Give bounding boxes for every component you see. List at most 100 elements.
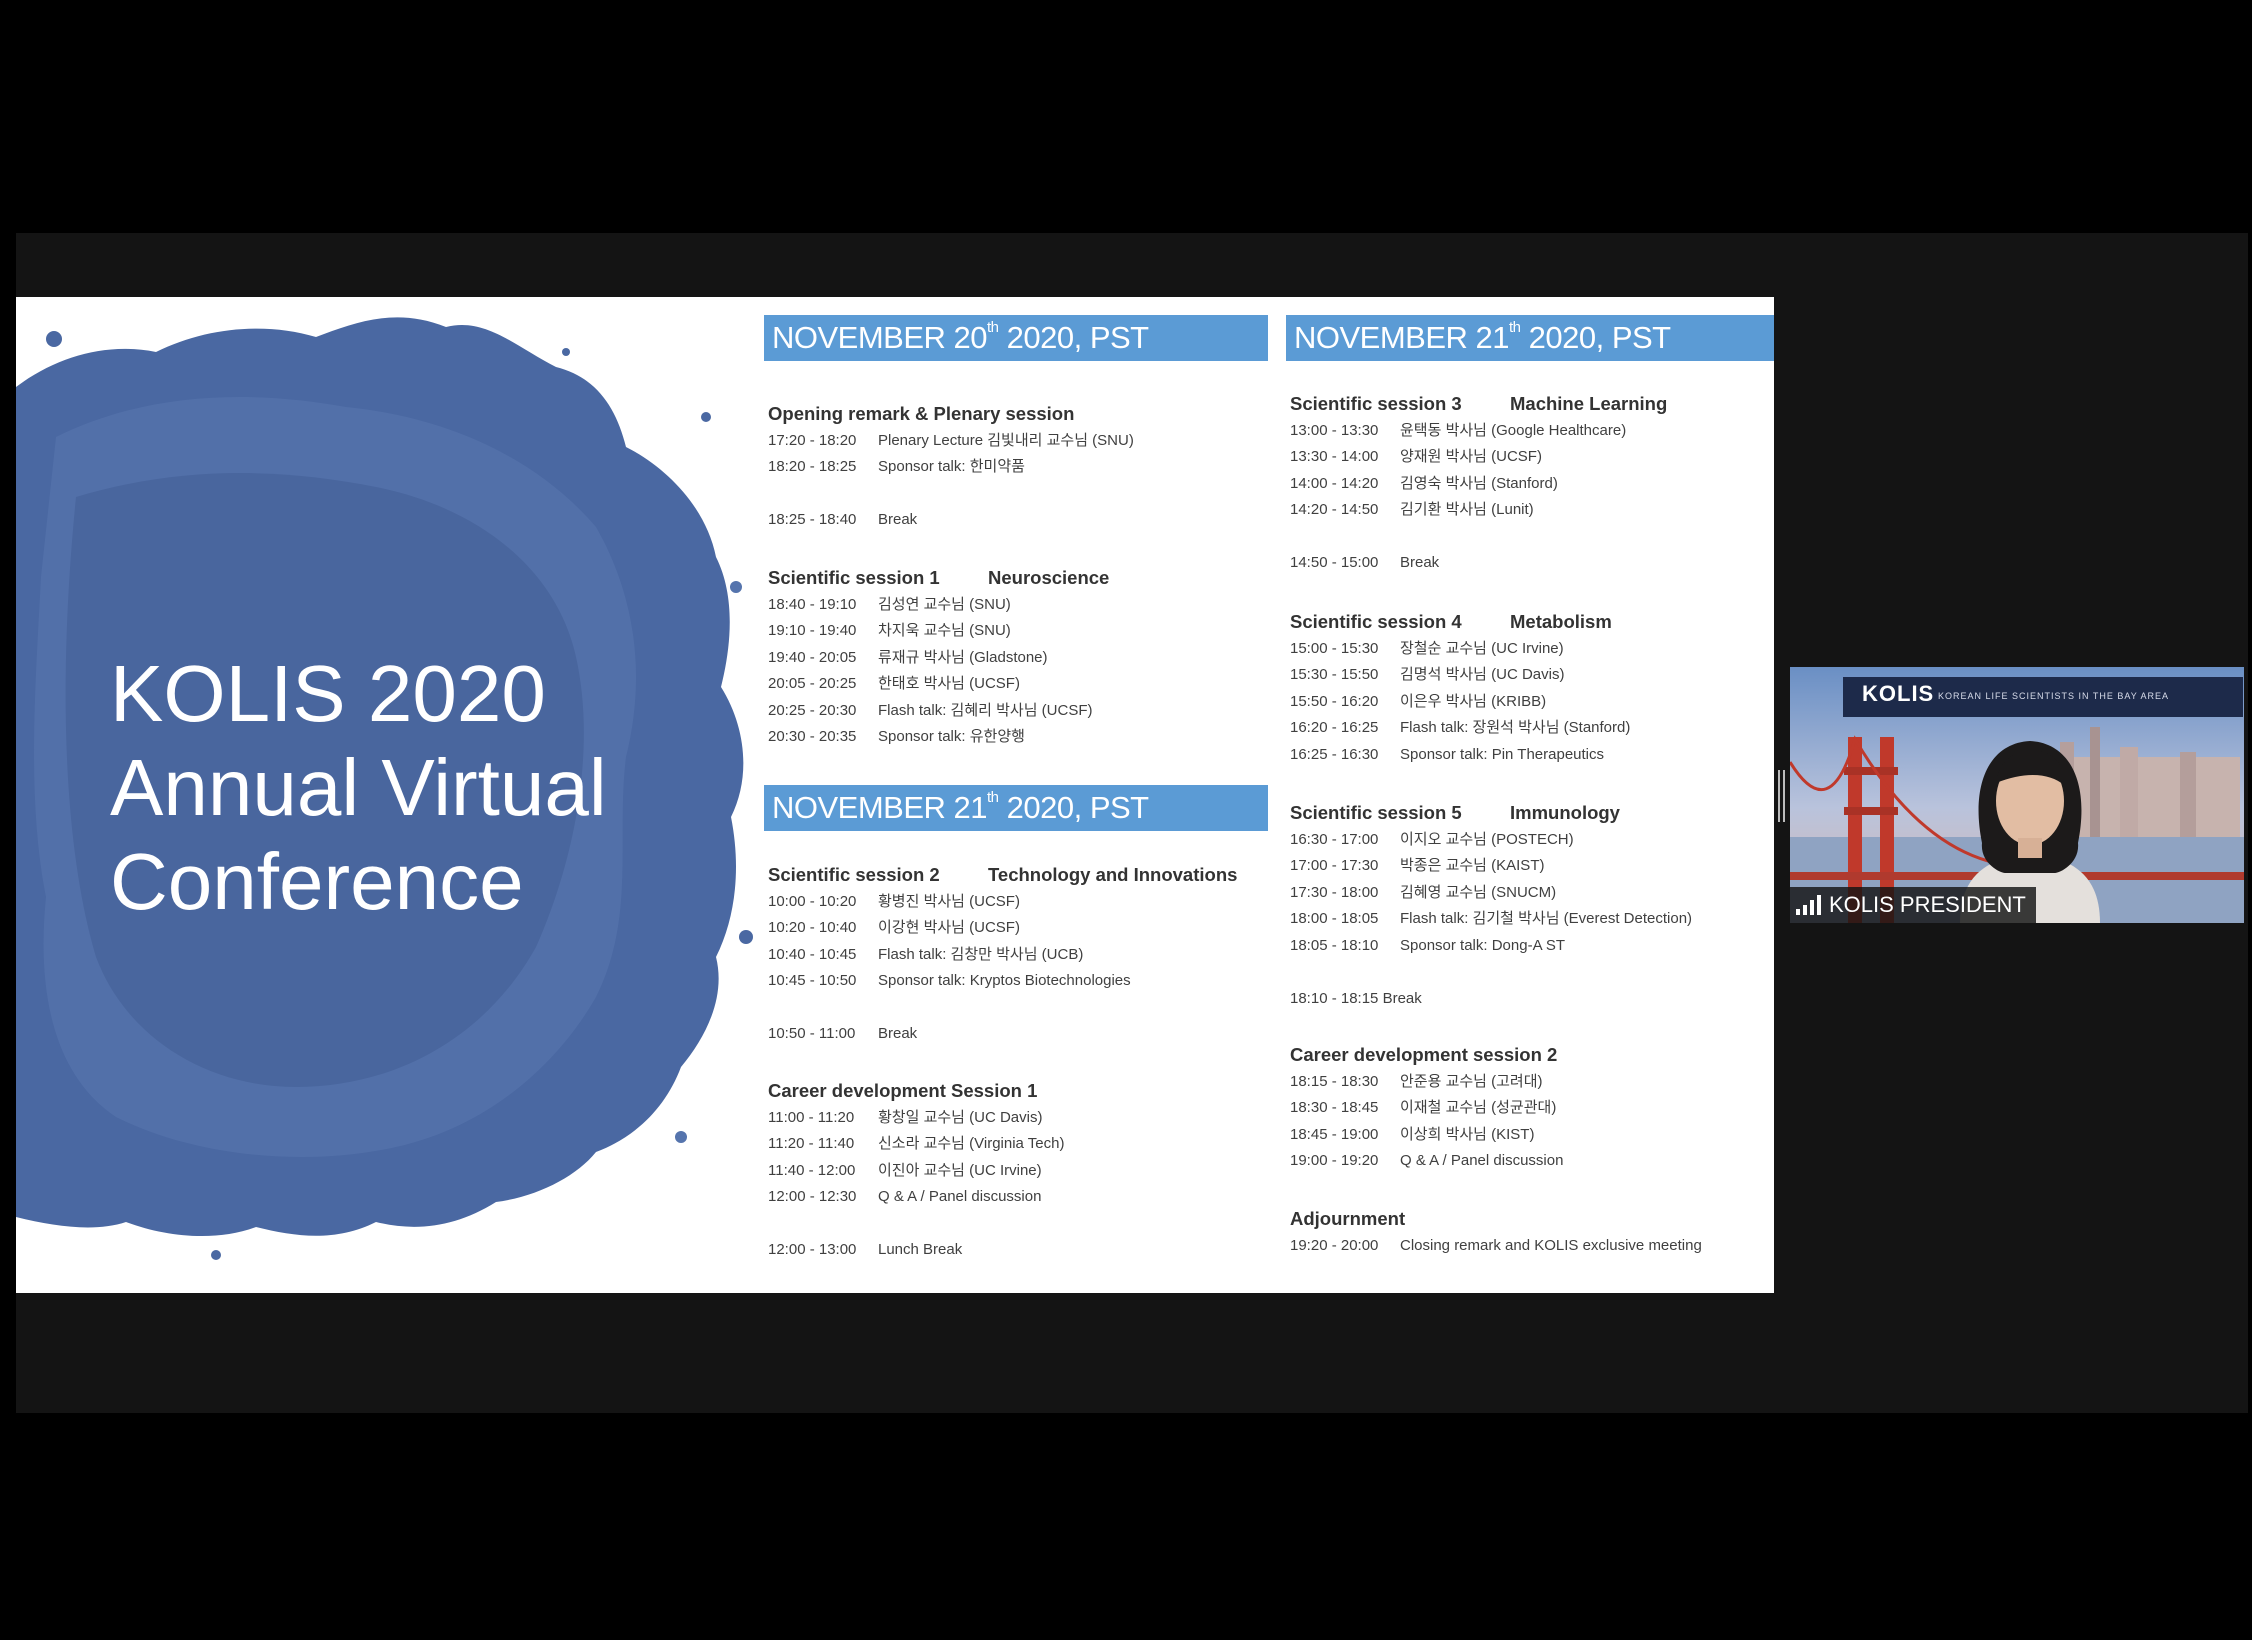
row-time: 19:40 - 20:05 [768,649,857,666]
schedule-row: 18:45 - 19:00 이상희 박사님 (KIST) [1290,1124,1534,1146]
row-desc: 김영숙 박사님 (Stanford) [1400,475,1558,492]
row-time: 10:40 - 10:45 [768,946,857,963]
row-time: 18:20 - 18:25 [768,458,857,475]
date-header-nov20: NOVEMBER 20th 2020, PST [764,315,1268,361]
row-desc: Break [878,1025,918,1042]
row-time: 15:00 - 15:30 [1290,640,1379,657]
title-line-3: Conference [110,837,524,926]
schedule-row: 11:00 - 11:20 황창일 교수님 (UC Davis) [768,1107,1042,1129]
row-time: 10:45 - 10:50 [768,972,857,989]
row-desc: Sponsor talk: Kryptos Biotechnologies [878,972,1131,989]
split-resize-handle[interactable] [1778,770,1786,822]
row-time: 20:30 - 20:35 [768,728,857,745]
schedule-row: 18:15 - 18:30 안준용 교수님 (고려대) [1290,1071,1543,1093]
date-ordinal: th [987,789,999,806]
schedule-row: 18:30 - 18:45 이재철 교수님 (성균관대) [1290,1097,1556,1119]
row-desc: Sponsor talk: Dong-A ST [1400,937,1566,954]
session-title: Scientific session 2 Technology and Inno… [768,864,1237,886]
schedule-row: 10:45 - 10:50 Sponsor talk: Kryptos Biote… [768,970,1131,992]
row-time: 18:45 - 19:00 [1290,1126,1379,1143]
row-time: 15:50 - 16:20 [1290,693,1379,710]
schedule-row: 16:20 - 16:25 Flash talk: 장원석 박사님 (Stanfo… [1290,717,1630,739]
schedule-row: 15:50 - 16:20 이은우 박사님 (KRIBB) [1290,691,1546,713]
session-topic: Neuroscience [988,567,1110,588]
schedule-row: 17:20 - 18:20 Plenary Lecture 김빛내리 교수님 (S… [768,430,1134,452]
row-time: 18:10 - 18:15 Break [1290,990,1422,1007]
row-desc: Flash talk: 김혜리 박사님 (UCSF) [878,702,1093,719]
schedule-row: 14:20 - 14:50 김기환 박사님 (Lunit) [1290,499,1534,521]
session-topic: Technology and Innovations [988,864,1238,885]
session-title: Scientific session 1 Neuroscience [768,567,1109,589]
row-desc: 이은우 박사님 (KRIBB) [1400,693,1547,710]
schedule-row: 15:00 - 15:30 장철순 교수님 (UC Irvine) [1290,638,1564,660]
row-desc: Sponsor talk: 유한양행 [878,728,1025,745]
session-topic: Immunology [1510,802,1620,823]
row-time: 14:20 - 14:50 [1290,501,1379,518]
schedule-row: 20:05 - 20:25 한태호 박사님 (UCSF) [768,673,1020,695]
row-desc: 이재철 교수님 (성균관대) [1400,1099,1557,1116]
signal-strength-icon [1796,895,1821,915]
date-month: NOVEMBER 21 [772,790,988,825]
schedule-row: 15:30 - 15:50 김명석 박사님 (UC Davis) [1290,664,1564,686]
row-desc: 양재원 박사님 (UCSF) [1400,448,1542,465]
row-desc: Q & A / Panel discussion [1400,1152,1564,1169]
row-desc: Flash talk: 장원석 박사님 (Stanford) [1400,719,1631,736]
session-topic: Machine Learning [1510,393,1668,414]
row-time: 14:00 - 14:20 [1290,475,1379,492]
schedule-row: 16:25 - 16:30 Sponsor talk: Pin Therapeut… [1290,744,1604,766]
schedule-row: 20:30 - 20:35 Sponsor talk: 유한양행 [768,726,1025,748]
schedule-row: 18:10 - 18:15 Break [1290,988,1422,1010]
row-time: 20:05 - 20:25 [768,675,857,692]
row-time: 16:30 - 17:00 [1290,831,1379,848]
row-time: 15:30 - 15:50 [1290,666,1379,683]
row-desc: 김성연 교수님 (SNU) [878,596,1011,613]
row-time: 20:25 - 20:30 [768,702,857,719]
participant-name-label: KOLIS PRESIDENT [1790,887,2036,923]
row-time: 18:05 - 18:10 [1290,937,1379,954]
schedule-row: 19:10 - 19:40 차지욱 교수님 (SNU) [768,620,1011,642]
row-desc: 이상희 박사님 (KIST) [1400,1126,1535,1143]
date-rest: 2020, PST [1520,320,1671,355]
row-desc: 이진아 교수님 (UC Irvine) [878,1162,1042,1179]
row-time: 18:00 - 18:05 [1290,910,1379,927]
title-line-1: KOLIS 2020 [110,649,546,738]
session-title: Scientific session 4 Metabolism [1290,611,1612,633]
schedule-row: 13:30 - 14:00 양재원 박사님 (UCSF) [1290,446,1542,468]
row-desc: 장철순 교수님 (UC Irvine) [1400,640,1564,657]
row-desc: 황병진 박사님 (UCSF) [878,893,1020,910]
row-desc: 이강현 박사님 (UCSF) [878,919,1020,936]
schedule-row: 19:20 - 20:00 Closing remark and KOLIS ex… [1290,1235,1702,1257]
schedule-row: 18:25 - 18:40 Break [768,509,917,531]
row-desc: Q & A / Panel discussion [878,1188,1042,1205]
row-time: 17:20 - 18:20 [768,432,857,449]
schedule-row: 18:20 - 18:25 Sponsor talk: 한미약품 [768,456,1025,478]
row-time: 13:00 - 13:30 [1290,422,1379,439]
schedule-row: 13:00 - 13:30 윤택동 박사님 (Google Healthcare) [1290,420,1626,442]
schedule-row: 11:20 - 11:40 신소라 교수님 (Virginia Tech) [768,1133,1064,1155]
row-time: 10:20 - 10:40 [768,919,857,936]
session-name: Scientific session 2 [768,864,940,885]
row-time: 18:40 - 19:10 [768,596,857,613]
schedule-row: 19:00 - 19:20 Q & A / Panel discussion [1290,1150,1563,1172]
row-time: 18:25 - 18:40 [768,511,857,528]
schedule-row: 18:05 - 18:10 Sponsor talk: Dong-A ST [1290,935,1565,957]
row-time: 17:30 - 18:00 [1290,884,1379,901]
row-time: 11:40 - 12:00 [768,1162,856,1179]
row-desc: Closing remark and KOLIS exclusive meeti… [1400,1237,1702,1254]
row-time: 11:20 - 11:40 [768,1135,855,1152]
session-name: Scientific session 1 [768,567,940,588]
row-time: 12:00 - 12:30 [768,1188,857,1205]
schedule-row: 18:40 - 19:10 김성연 교수님 (SNU) [768,594,1011,616]
row-desc: 안준용 교수님 (고려대) [1400,1073,1543,1090]
row-time: 19:00 - 19:20 [1290,1152,1379,1169]
session-title: Adjournment [1290,1208,1406,1229]
participant-video-tile[interactable]: KOLIS KOREAN LIFE SCIENTISTS IN THE BAY … [1790,667,2244,923]
row-desc: 류재규 박사님 (Gladstone) [878,649,1048,666]
session-name: Scientific session 3 [1290,393,1462,414]
schedule-row: 18:00 - 18:05 Flash talk: 김기철 박사님 (Everes… [1290,908,1692,930]
row-desc: 황창일 교수님 (UC Davis) [878,1109,1043,1126]
date-rest: 2020, PST [998,790,1149,825]
session-name: Scientific session 4 [1290,611,1462,632]
session-title: Career development session 2 [1290,1044,1558,1065]
schedule-row: 17:30 - 18:00 김혜영 교수님 (SNUCM) [1290,882,1556,904]
